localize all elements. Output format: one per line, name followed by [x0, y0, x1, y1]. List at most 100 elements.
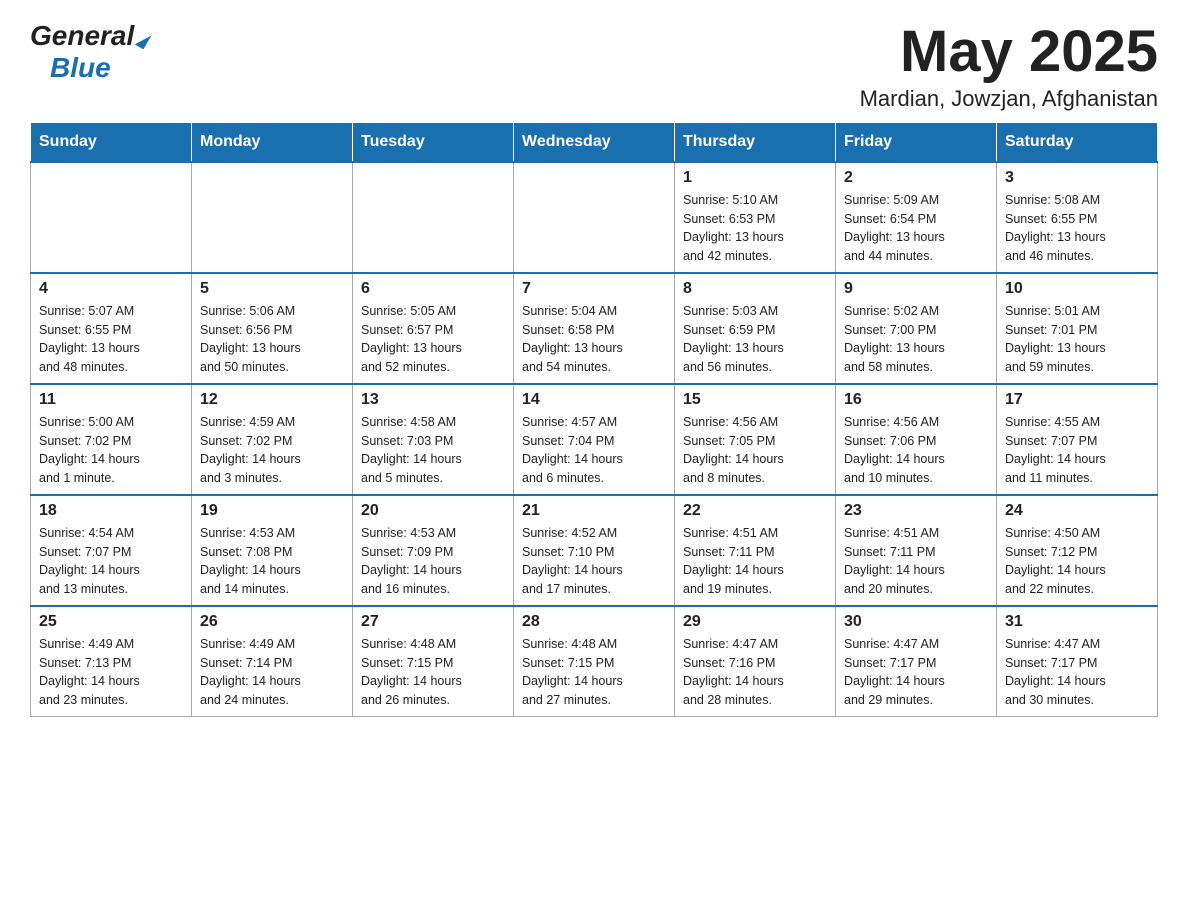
day-number: 25	[39, 613, 183, 631]
calendar-cell: 7 Sunrise: 5:04 AM Sunset: 6:58 PM Daylig…	[514, 273, 675, 384]
day-number: 24	[1005, 502, 1149, 520]
calendar-table: Sunday Monday Tuesday Wednesday Thursday…	[30, 122, 1158, 717]
calendar-cell: 2 Sunrise: 5:09 AM Sunset: 6:54 PM Daylig…	[836, 162, 997, 273]
header-sunday: Sunday	[31, 122, 192, 162]
location-title: Mardian, Jowzjan, Afghanistan	[860, 86, 1158, 112]
day-info: Sunrise: 4:57 AM Sunset: 7:04 PM Dayligh…	[522, 413, 666, 488]
day-number: 11	[39, 391, 183, 409]
day-info: Sunrise: 4:54 AM Sunset: 7:07 PM Dayligh…	[39, 524, 183, 599]
day-number: 26	[200, 613, 344, 631]
calendar-cell	[31, 162, 192, 273]
calendar-cell: 9Sunrise: 5:02 AM Sunset: 7:00 PM Daylig…	[836, 273, 997, 384]
day-info: Sunrise: 4:56 AM Sunset: 7:06 PM Dayligh…	[844, 413, 988, 488]
day-info: Sunrise: 5:04 AM Sunset: 6:58 PM Dayligh…	[522, 302, 666, 377]
day-number: 17	[1005, 391, 1149, 409]
day-number: 18	[39, 502, 183, 520]
calendar-cell: 6 Sunrise: 5:05 AM Sunset: 6:57 PM Daylig…	[353, 273, 514, 384]
calendar-cell	[192, 162, 353, 273]
week-row-5: 25 Sunrise: 4:49 AM Sunset: 7:13 PM Dayli…	[31, 606, 1158, 717]
day-number: 2	[844, 169, 988, 187]
day-info: Sunrise: 5:05 AM Sunset: 6:57 PM Dayligh…	[361, 302, 505, 377]
day-info: Sunrise: 4:53 AM Sunset: 7:09 PM Dayligh…	[361, 524, 505, 599]
day-info: Sunrise: 4:59 AM Sunset: 7:02 PM Dayligh…	[200, 413, 344, 488]
logo-triangle-icon	[135, 31, 152, 50]
calendar-cell: 17 Sunrise: 4:55 AM Sunset: 7:07 PM Dayli…	[997, 384, 1158, 495]
day-info: Sunrise: 4:51 AM Sunset: 7:11 PM Dayligh…	[683, 524, 827, 599]
day-info: Sunrise: 5:00 AM Sunset: 7:02 PM Dayligh…	[39, 413, 183, 488]
day-number: 21	[522, 502, 666, 520]
day-number: 7	[522, 280, 666, 298]
day-number: 10	[1005, 280, 1149, 298]
day-info: Sunrise: 4:52 AM Sunset: 7:10 PM Dayligh…	[522, 524, 666, 599]
calendar-cell: 16Sunrise: 4:56 AM Sunset: 7:06 PM Dayli…	[836, 384, 997, 495]
day-number: 19	[200, 502, 344, 520]
day-info: Sunrise: 4:49 AM Sunset: 7:14 PM Dayligh…	[200, 635, 344, 710]
day-number: 20	[361, 502, 505, 520]
day-info: Sunrise: 4:49 AM Sunset: 7:13 PM Dayligh…	[39, 635, 183, 710]
week-row-1: 1Sunrise: 5:10 AM Sunset: 6:53 PM Daylig…	[31, 162, 1158, 273]
day-info: Sunrise: 5:07 AM Sunset: 6:55 PM Dayligh…	[39, 302, 183, 377]
day-number: 30	[844, 613, 988, 631]
day-info: Sunrise: 4:47 AM Sunset: 7:16 PM Dayligh…	[683, 635, 827, 710]
header-tuesday: Tuesday	[353, 122, 514, 162]
day-info: Sunrise: 4:55 AM Sunset: 7:07 PM Dayligh…	[1005, 413, 1149, 488]
logo-blue-text: Blue	[50, 52, 111, 84]
day-number: 29	[683, 613, 827, 631]
week-row-4: 18 Sunrise: 4:54 AM Sunset: 7:07 PM Dayli…	[31, 495, 1158, 606]
day-number: 3	[1005, 169, 1149, 187]
calendar-cell	[514, 162, 675, 273]
header-wednesday: Wednesday	[514, 122, 675, 162]
day-info: Sunrise: 4:47 AM Sunset: 7:17 PM Dayligh…	[1005, 635, 1149, 710]
calendar-cell: 25 Sunrise: 4:49 AM Sunset: 7:13 PM Dayli…	[31, 606, 192, 717]
calendar-cell: 4 Sunrise: 5:07 AM Sunset: 6:55 PM Daylig…	[31, 273, 192, 384]
month-title: May 2025	[860, 20, 1158, 84]
day-info: Sunrise: 4:48 AM Sunset: 7:15 PM Dayligh…	[361, 635, 505, 710]
day-info: Sunrise: 4:48 AM Sunset: 7:15 PM Dayligh…	[522, 635, 666, 710]
calendar-cell: 14 Sunrise: 4:57 AM Sunset: 7:04 PM Dayli…	[514, 384, 675, 495]
weekday-header-row: Sunday Monday Tuesday Wednesday Thursday…	[31, 122, 1158, 162]
week-row-2: 4 Sunrise: 5:07 AM Sunset: 6:55 PM Daylig…	[31, 273, 1158, 384]
day-number: 4	[39, 280, 183, 298]
calendar-cell: 1Sunrise: 5:10 AM Sunset: 6:53 PM Daylig…	[675, 162, 836, 273]
calendar-cell	[353, 162, 514, 273]
calendar-cell: 8Sunrise: 5:03 AM Sunset: 6:59 PM Daylig…	[675, 273, 836, 384]
header-monday: Monday	[192, 122, 353, 162]
day-info: Sunrise: 5:09 AM Sunset: 6:54 PM Dayligh…	[844, 191, 988, 266]
day-info: Sunrise: 4:47 AM Sunset: 7:17 PM Dayligh…	[844, 635, 988, 710]
header-thursday: Thursday	[675, 122, 836, 162]
day-info: Sunrise: 4:58 AM Sunset: 7:03 PM Dayligh…	[361, 413, 505, 488]
day-number: 28	[522, 613, 666, 631]
calendar-cell: 26 Sunrise: 4:49 AM Sunset: 7:14 PM Dayli…	[192, 606, 353, 717]
header: General Blue May 2025 Mardian, Jowzjan, …	[30, 20, 1158, 112]
calendar-cell: 21 Sunrise: 4:52 AM Sunset: 7:10 PM Dayli…	[514, 495, 675, 606]
day-number: 6	[361, 280, 505, 298]
calendar-cell: 18 Sunrise: 4:54 AM Sunset: 7:07 PM Dayli…	[31, 495, 192, 606]
day-number: 14	[522, 391, 666, 409]
calendar-cell: 23Sunrise: 4:51 AM Sunset: 7:11 PM Dayli…	[836, 495, 997, 606]
calendar-cell: 12Sunrise: 4:59 AM Sunset: 7:02 PM Dayli…	[192, 384, 353, 495]
header-saturday: Saturday	[997, 122, 1158, 162]
day-number: 15	[683, 391, 827, 409]
day-number: 22	[683, 502, 827, 520]
day-info: Sunrise: 5:08 AM Sunset: 6:55 PM Dayligh…	[1005, 191, 1149, 266]
day-info: Sunrise: 5:01 AM Sunset: 7:01 PM Dayligh…	[1005, 302, 1149, 377]
week-row-3: 11 Sunrise: 5:00 AM Sunset: 7:02 PM Dayli…	[31, 384, 1158, 495]
day-number: 9	[844, 280, 988, 298]
calendar-cell: 24 Sunrise: 4:50 AM Sunset: 7:12 PM Dayli…	[997, 495, 1158, 606]
logo: General Blue	[30, 20, 148, 84]
day-number: 27	[361, 613, 505, 631]
logo-general-text: General	[30, 20, 134, 52]
day-info: Sunrise: 5:06 AM Sunset: 6:56 PM Dayligh…	[200, 302, 344, 377]
day-number: 23	[844, 502, 988, 520]
day-info: Sunrise: 4:53 AM Sunset: 7:08 PM Dayligh…	[200, 524, 344, 599]
day-info: Sunrise: 4:56 AM Sunset: 7:05 PM Dayligh…	[683, 413, 827, 488]
calendar-cell: 15 Sunrise: 4:56 AM Sunset: 7:05 PM Dayli…	[675, 384, 836, 495]
day-number: 31	[1005, 613, 1149, 631]
calendar-cell: 10 Sunrise: 5:01 AM Sunset: 7:01 PM Dayli…	[997, 273, 1158, 384]
day-number: 13	[361, 391, 505, 409]
calendar-cell: 29 Sunrise: 4:47 AM Sunset: 7:16 PM Dayli…	[675, 606, 836, 717]
day-info: Sunrise: 5:10 AM Sunset: 6:53 PM Dayligh…	[683, 191, 827, 266]
calendar-cell: 22 Sunrise: 4:51 AM Sunset: 7:11 PM Dayli…	[675, 495, 836, 606]
day-info: Sunrise: 4:50 AM Sunset: 7:12 PM Dayligh…	[1005, 524, 1149, 599]
calendar-cell: 5Sunrise: 5:06 AM Sunset: 6:56 PM Daylig…	[192, 273, 353, 384]
